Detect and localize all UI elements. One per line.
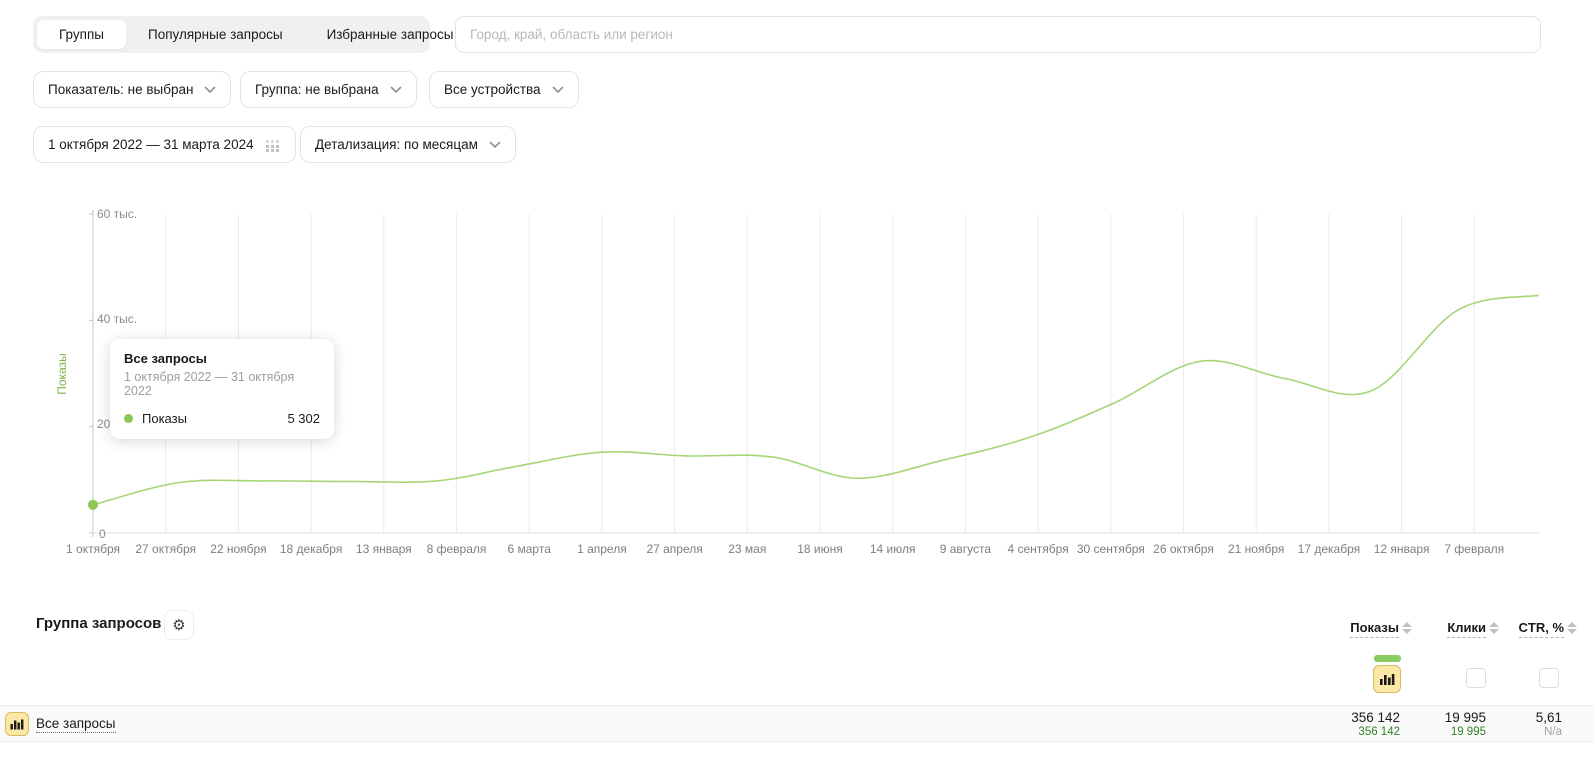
x-tick-label: 4 сентября: [1007, 542, 1068, 556]
x-tick-label: 8 февраля: [427, 542, 487, 556]
ctr-chart-checkbox[interactable]: [1539, 668, 1559, 688]
tooltip-period: 1 октября 2022 — 31 октября 2022: [124, 370, 320, 398]
series-dot-icon: [124, 414, 133, 423]
y-tick-label: 60 тыс.: [97, 207, 137, 221]
x-tick-label: 14 июля: [870, 542, 916, 556]
column-header-clicks[interactable]: Клики: [1447, 620, 1499, 638]
bar-chart-icon: [1378, 671, 1396, 687]
line-chart[interactable]: [0, 0, 1593, 580]
x-tick-label: 6 марта: [507, 542, 550, 556]
x-tick-label: 26 октября: [1153, 542, 1214, 556]
x-tick-label: 9 августа: [940, 542, 991, 556]
tooltip-title: Все запросы: [124, 351, 320, 366]
y-tick-label: 0: [99, 527, 106, 541]
x-tick-label: 12 января: [1374, 542, 1430, 556]
sort-icon: [1402, 622, 1412, 634]
table-row: Все запросы 356 142 356 142 19 995 19 99…: [0, 705, 1593, 742]
shows-chart-toggle-button[interactable]: [1373, 665, 1401, 693]
x-tick-label: 1 апреля: [577, 542, 627, 556]
data-point-marker: [88, 500, 98, 510]
shows-cell: 356 142 356 142: [1351, 710, 1400, 739]
x-tick-label: 23 мая: [728, 542, 766, 556]
x-tick-label: 18 декабря: [280, 542, 342, 556]
y-tick-label: 40 тыс.: [97, 312, 137, 326]
ctr-metric-selector: [1539, 668, 1559, 688]
x-tick-label: 13 января: [356, 542, 412, 556]
x-tick-label: 27 апреля: [646, 542, 702, 556]
tooltip-metric-label: Показы: [142, 411, 187, 426]
x-tick-label: 30 сентября: [1077, 542, 1145, 556]
x-tick-label: 21 ноября: [1228, 542, 1284, 556]
sort-icon: [1567, 622, 1577, 634]
clicks-cell: 19 995 19 995: [1445, 710, 1486, 739]
table-settings-button[interactable]: ⚙: [164, 610, 194, 640]
shows-metric-selector: [1372, 655, 1402, 693]
ctr-cell: 5,61 N/a: [1536, 710, 1562, 739]
x-tick-label: 22 ноября: [210, 542, 266, 556]
column-header-ctr[interactable]: CTR, %: [1519, 620, 1578, 638]
clicks-chart-checkbox[interactable]: [1466, 668, 1486, 688]
x-tick-label: 7 февраля: [1444, 542, 1504, 556]
x-tick-label: 27 октября: [135, 542, 196, 556]
y-axis-title: Показы: [55, 353, 69, 394]
tooltip-value: 5 302: [287, 411, 320, 426]
x-tick-label: 1 октября: [66, 542, 120, 556]
gear-icon: ⚙: [172, 616, 185, 634]
row-chart-toggle-button[interactable]: [5, 712, 29, 736]
clicks-metric-selector: [1466, 668, 1486, 688]
table-title: Группа запросов: [36, 615, 161, 632]
x-tick-label: 18 июня: [797, 542, 843, 556]
selected-metric-bar: [1374, 655, 1401, 662]
x-tick-label: 17 декабря: [1298, 542, 1360, 556]
query-group-link[interactable]: Все запросы: [36, 716, 116, 733]
bar-chart-icon: [9, 717, 25, 731]
chart-tooltip: Все запросы 1 октября 2022 — 31 октября …: [110, 339, 334, 439]
column-header-shows[interactable]: Показы: [1350, 620, 1412, 638]
sort-icon: [1489, 622, 1499, 634]
